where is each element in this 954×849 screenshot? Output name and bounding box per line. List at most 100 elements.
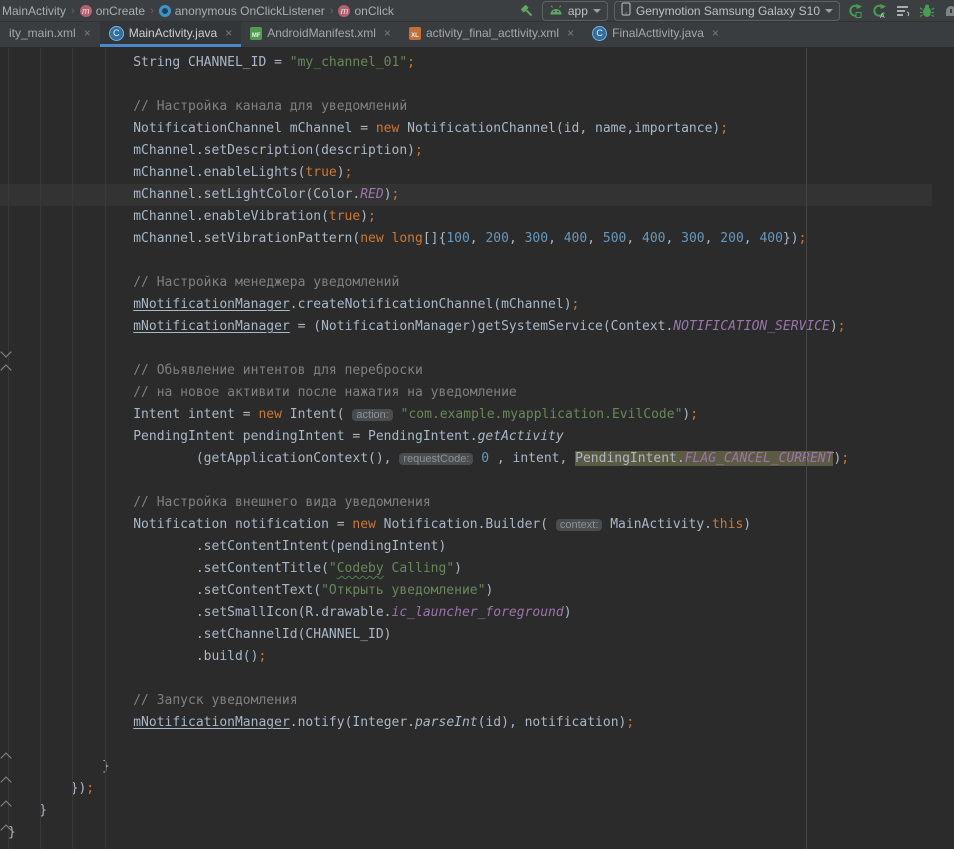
code-line[interactable]: mChannel.enableLights(true); (0, 162, 932, 184)
code-token: getActivity (478, 429, 564, 444)
code-line[interactable]: String CHANNEL_ID = "my_channel_01"; (0, 52, 932, 74)
code-token: = (NotificationManager)getSystemService(… (290, 319, 674, 334)
code-token (8, 319, 133, 334)
toolbar: app Genymotion Samsung Galaxy S10 (518, 1, 952, 21)
close-icon[interactable]: × (567, 26, 574, 40)
code-token: requestCode: (399, 453, 473, 465)
code-line[interactable] (0, 250, 932, 272)
code-line[interactable] (0, 74, 932, 96)
code-line[interactable]: } (0, 800, 932, 822)
build-hammer-icon[interactable] (518, 2, 536, 20)
code-line[interactable]: mChannel.setVibrationPattern(new long[]{… (0, 228, 932, 250)
code-token: mChannel.setDescription(description) (8, 143, 415, 158)
code-line[interactable]: .setSmallIcon(R.drawable.ic_launcher_for… (0, 602, 932, 624)
java-class-icon: C (109, 26, 124, 41)
code-token: , (705, 231, 721, 246)
device-selector[interactable]: Genymotion Samsung Galaxy S10 (614, 1, 840, 21)
tab-androidmanifest-xml[interactable]: MFAndroidManifest.xml× (241, 22, 400, 47)
debug-bug-icon[interactable] (918, 2, 936, 20)
breadcrumb-label: onCreate (96, 4, 145, 18)
code-token: .setContentText( (8, 583, 321, 598)
code-token: ) (830, 319, 838, 334)
run-list-icon[interactable] (894, 2, 912, 20)
code-line[interactable]: .setContentTitle("Codeby Calling") (0, 558, 932, 580)
close-icon[interactable]: × (225, 26, 232, 40)
code-token: ; (368, 209, 376, 224)
code-token: .setChannelId(CHANNEL_ID) (8, 627, 392, 642)
breadcrumb-item[interactable]: monClick (338, 4, 393, 18)
code-line[interactable] (0, 338, 932, 360)
close-icon[interactable]: × (84, 26, 91, 40)
java-class-icon: C (592, 26, 607, 41)
code-line[interactable]: PendingIntent pendingIntent = PendingInt… (0, 426, 932, 448)
code-line[interactable] (0, 668, 932, 690)
code-line[interactable]: // Запуск уведомления (0, 690, 932, 712)
code-token: 300 (681, 231, 704, 246)
breadcrumb-item[interactable]: MainActivity (2, 4, 66, 18)
code-line[interactable] (0, 470, 932, 492)
code-line[interactable]: // Настройка внешнего вида уведомления (0, 492, 932, 514)
tab-ity-main-xml[interactable]: ity_main.xml × (0, 22, 100, 47)
code-token: ; (841, 451, 849, 466)
code-line[interactable]: mChannel.setDescription(description); (0, 140, 932, 162)
code-token: true (305, 165, 336, 180)
code-token: ; (415, 143, 423, 158)
code-line[interactable]: mNotificationManager.notify(Integer.pars… (0, 712, 932, 734)
code-token (8, 715, 133, 730)
code-token: context: (556, 519, 603, 531)
code-token: , (587, 231, 603, 246)
tab-activity-final-acttivity-xml[interactable]: XLactivity_final_acttivity.xml× (400, 22, 583, 47)
editor-tab-bar: ity_main.xml×CMainActivity.java×MFAndroi… (0, 22, 954, 48)
code-line[interactable]: Notification notification = new Notifica… (0, 514, 932, 536)
code-line[interactable]: mNotificationManager.createNotificationC… (0, 294, 932, 316)
code-line[interactable] (0, 734, 932, 756)
apply-changes-icon[interactable] (846, 2, 864, 20)
profiler-icon[interactable] (942, 2, 954, 20)
code-token: ; (258, 649, 266, 664)
close-icon[interactable]: × (712, 26, 719, 40)
tab-label: ity_main.xml (9, 26, 76, 40)
code-token: NOTIFICATION_SERVICE (673, 319, 830, 334)
code-line[interactable]: NotificationChannel mChannel = new Notif… (0, 118, 932, 140)
code-line[interactable]: Intent intent = new Intent( action: "com… (0, 404, 932, 426)
code-line[interactable]: mChannel.setLightColor(Color.RED); (0, 184, 932, 206)
code-line[interactable]: } (0, 822, 932, 844)
tab-label: MainActivity.java (129, 26, 217, 40)
code-token: .createNotificationChannel(mChannel) (290, 297, 572, 312)
code-line[interactable]: .setChannelId(CHANNEL_ID) (0, 624, 932, 646)
code-line[interactable]: (getApplicationContext(), requestCode: 0… (0, 448, 932, 470)
tab-finalacttivity-java[interactable]: CFinalActtivity.java× (583, 22, 728, 47)
code-token: new long (360, 231, 423, 246)
code-token (8, 297, 133, 312)
breadcrumb-item[interactable]: monCreate (80, 4, 145, 18)
code-token: new (352, 517, 375, 532)
code-token: ; (392, 187, 400, 202)
close-icon[interactable]: × (384, 26, 391, 40)
breadcrumb-separator: › (150, 5, 154, 17)
chevron-down-icon (825, 9, 833, 13)
code-line[interactable]: .setContentIntent(pendingIntent) (0, 536, 932, 558)
code-line[interactable]: }); (0, 778, 932, 800)
code-token: , (548, 231, 564, 246)
code-line[interactable]: // Настройка менеджера уведомлений (0, 272, 932, 294)
code-line[interactable]: mChannel.enableVibration(true); (0, 206, 932, 228)
code-token: this (712, 517, 743, 532)
breadcrumb-item[interactable]: anonymous OnClickListener (159, 4, 325, 18)
code-line[interactable]: // на новое активити после нажатия на ув… (0, 382, 932, 404)
code-line[interactable]: .setContentText("Открыть уведомление") (0, 580, 932, 602)
code-line[interactable]: // Настройка канала для уведомлений (0, 96, 932, 118)
code-token: FLAG_CANCEL_CURRENT (685, 451, 834, 466)
code-token: Notification notification = (8, 517, 352, 532)
code-line[interactable]: .build(); (0, 646, 932, 668)
apply-code-changes-icon[interactable]: A (870, 2, 888, 20)
code-line[interactable]: } (0, 756, 932, 778)
code-line[interactable]: // Обьявление интентов для переброски (0, 360, 932, 382)
code-line[interactable]: mNotificationManager = (NotificationMana… (0, 316, 932, 338)
code-token: action: (352, 409, 392, 421)
tab-mainactivity-java[interactable]: C MainActivity.java × (100, 22, 242, 47)
code-token: 500 (603, 231, 626, 246)
code-token: // Обьявление интентов для переброски (8, 363, 423, 378)
code-token: ) (360, 209, 368, 224)
code-area: String CHANNEL_ID = "my_channel_01"; // … (0, 52, 954, 844)
run-config-selector[interactable]: app (542, 1, 608, 21)
